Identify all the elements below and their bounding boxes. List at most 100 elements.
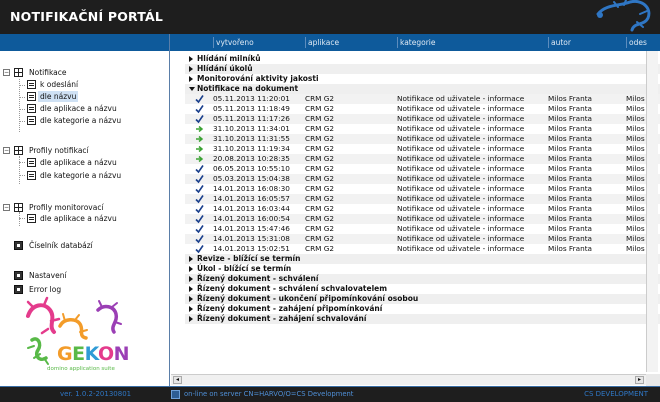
- horizontal-scrollbar[interactable]: ◂ ▸: [171, 374, 646, 385]
- cell-application: CRM G2: [305, 124, 335, 133]
- version-label: ver. 1.0.2-20130801: [60, 390, 132, 398]
- cell-category: Notifikace od uživatele - informace: [397, 164, 525, 173]
- collapsed-triangle-icon[interactable]: [189, 266, 193, 272]
- cell-category: Notifikace od uživatele - informace: [397, 194, 525, 203]
- cell-author: Milos Franta: [548, 244, 593, 253]
- tree-connector: [19, 85, 25, 86]
- category-row[interactable]: Revize - blížící se termín: [185, 254, 660, 264]
- document-row[interactable]: 14.01.2013 15:47:46 CRM G2 Notifikace od u…: [185, 224, 660, 234]
- column-header-autor[interactable]: autor: [548, 37, 626, 48]
- cell-category: Notifikace od uživatele - informace: [397, 144, 525, 153]
- document-row[interactable]: 14.01.2013 16:03:44 CRM G2 Notifikace od u…: [185, 204, 660, 214]
- document-row[interactable]: 06.05.2013 10:55:10 CRM G2 Notifikace od u…: [185, 164, 660, 174]
- gekon-logo: [26, 296, 122, 365]
- cell-created: 14.01.2013 16:00:54: [213, 214, 290, 223]
- collapsed-triangle-icon[interactable]: [189, 76, 193, 82]
- collapsed-triangle-icon[interactable]: [189, 256, 193, 262]
- cell-created: 14.01.2013 16:03:44: [213, 204, 290, 213]
- category-label: Řízený dokument - zahájení schvalování: [197, 314, 367, 323]
- cell-application: CRM G2: [305, 244, 335, 253]
- collapsed-triangle-icon[interactable]: [189, 286, 193, 292]
- cell-application: CRM G2: [305, 184, 335, 193]
- app-header: NOTIFIKAČNÍ PORTÁL: [0, 0, 660, 34]
- tree-node-dle-aplikace-a-nazvu[interactable]: dle aplikace a názvu: [38, 103, 119, 114]
- document-row[interactable]: 31.10.2013 11:19:34 CRM G2 Notifikace od u…: [185, 144, 660, 154]
- tree-node-ciselnik-databazi[interactable]: Číselník databází: [27, 240, 95, 251]
- category-label: Řízený dokument - schválení schvalovatel…: [197, 284, 388, 293]
- cell-category: Notifikace od uživatele - informace: [397, 184, 525, 193]
- column-header-aplikace[interactable]: aplikace: [305, 37, 397, 48]
- cell-application: CRM G2: [305, 234, 335, 243]
- grid-icon: [14, 68, 23, 77]
- scroll-right-button[interactable]: ▸: [635, 376, 644, 384]
- document-row[interactable]: 14.01.2013 15:02:51 CRM G2 Notifikace od u…: [185, 244, 660, 254]
- cell-author: Milos Franta: [548, 224, 593, 233]
- collapsed-triangle-icon[interactable]: [189, 56, 193, 62]
- gekon-tagline: domino application suite: [47, 366, 115, 372]
- tree-node-dle-kategorie-a-nazvu[interactable]: dle kategorie a názvu: [38, 115, 123, 126]
- cell-created: 31.10.2013 11:19:34: [213, 144, 290, 153]
- document-row[interactable]: 14.01.2013 16:00:54 CRM G2 Notifikace od u…: [185, 214, 660, 224]
- tree-node-dle-nazvu[interactable]: dle názvu: [38, 91, 79, 102]
- cell-category: Notifikace od uživatele - informace: [397, 244, 525, 253]
- cell-category: Notifikace od uživatele - informace: [397, 214, 525, 223]
- category-label: Revize - blížící se termín: [197, 254, 301, 263]
- category-row[interactable]: Hlídání úkolů: [185, 64, 660, 74]
- cell-application: CRM G2: [305, 144, 335, 153]
- tree-node-k-odeslani[interactable]: k odeslání: [38, 79, 80, 90]
- document-row[interactable]: 20.08.2013 10:28:35 CRM G2 Notifikace od u…: [185, 154, 660, 164]
- category-row[interactable]: Hlídání milníků: [185, 54, 660, 64]
- cell-application: CRM G2: [305, 114, 335, 123]
- tree-node-error-log[interactable]: Error log: [27, 284, 63, 295]
- cell-sender: Milos: [626, 204, 645, 213]
- document-row[interactable]: 05.03.2013 15:04:38 CRM G2 Notifikace od u…: [185, 174, 660, 184]
- column-header-odesilatel[interactable]: odes: [626, 37, 660, 48]
- document-row[interactable]: 05.11.2013 11:18:49 CRM G2 Notifikace od u…: [185, 104, 660, 114]
- cell-author: Milos Franta: [548, 144, 593, 153]
- tree-node-profily-notifikaci[interactable]: Profily notifikací: [27, 145, 91, 156]
- category-label: Řízený dokument - schválení: [197, 274, 319, 283]
- brand-label: CS DEVELOPMENT: [584, 390, 648, 398]
- document-row[interactable]: 31.10.2013 11:34:01 CRM G2 Notifikace od u…: [185, 124, 660, 134]
- cell-sender: Milos: [626, 224, 645, 233]
- expanded-triangle-icon[interactable]: [189, 87, 195, 91]
- document-row[interactable]: 31.10.2013 11:31:55 CRM G2 Notifikace od u…: [185, 134, 660, 144]
- tree-node-profily-monitorovaci[interactable]: Profily monitorovací: [27, 202, 106, 213]
- collapsed-triangle-icon[interactable]: [189, 276, 193, 282]
- tree-node-nastaveni[interactable]: Nastavení: [27, 270, 69, 281]
- document-row[interactable]: 05.11.2013 11:17:26 CRM G2 Notifikace od u…: [185, 114, 660, 124]
- category-row[interactable]: Notifikace na dokument: [185, 84, 660, 94]
- scroll-left-button[interactable]: ◂: [173, 376, 182, 384]
- category-row[interactable]: Monitorování aktivity jakosti: [185, 74, 660, 84]
- tree-node-profily-dle-aplikace[interactable]: dle aplikace a názvu: [38, 157, 119, 168]
- column-header-vytvoreno[interactable]: vytvořeno: [213, 37, 305, 48]
- collapsed-triangle-icon[interactable]: [189, 66, 193, 72]
- category-row[interactable]: Řízený dokument - zahájení připomínkován…: [185, 304, 660, 314]
- category-row[interactable]: Řízený dokument - schválení: [185, 274, 660, 284]
- document-row[interactable]: 14.01.2013 15:31:08 CRM G2 Notifikace od u…: [185, 234, 660, 244]
- category-row[interactable]: Řízený dokument - schválení schvalovatel…: [185, 284, 660, 294]
- collapse-toggle-notifikace[interactable]: −: [3, 69, 10, 76]
- collapsed-triangle-icon[interactable]: [189, 316, 193, 322]
- vertical-scrollbar[interactable]: [646, 51, 658, 372]
- tree-node-monitor-dle-aplikace[interactable]: dle aplikace a názvu: [38, 213, 119, 224]
- document-row[interactable]: 05.11.2013 11:20:01 CRM G2 Notifikace od u…: [185, 94, 660, 104]
- document-row[interactable]: 14.01.2013 16:08:30 CRM G2 Notifikace od u…: [185, 184, 660, 194]
- category-row[interactable]: Řízený dokument - zahájení schvalování: [185, 314, 660, 324]
- collapsed-triangle-icon[interactable]: [189, 296, 193, 302]
- cell-category: Notifikace od uživatele - informace: [397, 124, 525, 133]
- collapse-toggle-profily-monitorovaci[interactable]: −: [3, 204, 10, 211]
- cell-created: 06.05.2013 10:55:10: [213, 164, 290, 173]
- grid-icon: [14, 146, 23, 155]
- tree-node-profily-dle-kategorie[interactable]: dle kategorie a názvu: [38, 170, 123, 181]
- collapsed-triangle-icon[interactable]: [189, 306, 193, 312]
- tree-node-notifikace[interactable]: Notifikace: [27, 67, 69, 78]
- document-row[interactable]: 14.01.2013 16:05:57 CRM G2 Notifikace od u…: [185, 194, 660, 204]
- sent-check-icon: [195, 165, 204, 174]
- category-row[interactable]: Řízený dokument - ukončení připomínkován…: [185, 294, 660, 304]
- column-header-kategorie[interactable]: kategorie: [397, 37, 548, 48]
- sent-check-icon: [195, 205, 204, 214]
- collapse-toggle-profily-notifikaci[interactable]: −: [3, 147, 10, 154]
- cell-sender: Milos: [626, 154, 645, 163]
- category-row[interactable]: Úkol - blížící se termín: [185, 264, 660, 274]
